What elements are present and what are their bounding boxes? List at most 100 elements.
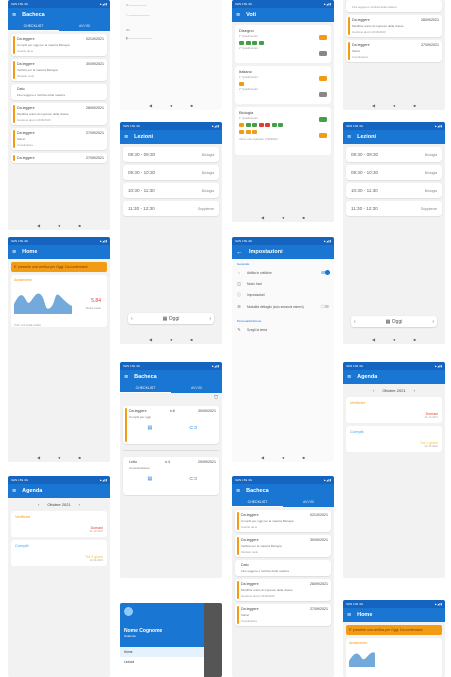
lesson-row[interactable]: 09:30 - 10:30 Biologia [346,165,442,180]
back-icon[interactable]: ◀ [372,337,375,342]
list-item[interactable]: Da leggere n.6 30/09/2021 Compiti per oggi… [123,406,219,444]
today-label[interactable]: Oggi [392,319,403,325]
list-item[interactable]: Da leggere 02/10/2021 Compiti per oggi pe… [235,510,331,532]
notifications-toggle[interactable] [321,269,330,275]
menu-icon[interactable]: ≡ [12,249,16,256]
list-item[interactable]: Da leggere 28/09/2021 Modifica orario di … [11,103,107,125]
list-item[interactable]: Da leggere 02/10/2021 Compiti per oggi pe… [11,34,107,56]
recent-icon[interactable]: ■ [79,455,81,460]
agenda-card-compiti[interactable]: Compiti Tra 2 giorni 02-10-2021 [11,540,107,566]
list-item[interactable]: Da leggere 30/09/2021 Verifica per la mat… [235,535,331,557]
lesson-row[interactable]: 09:30 - 10:30 Biologia [123,165,219,180]
prev-day-icon[interactable]: ‹ [131,316,133,322]
subject-card[interactable]: Italiano 1° Quadrimestre 2° Quadrimestre [235,66,331,104]
list-item[interactable]: Da leggere 27/09/2021 Salve! Coordinatore [11,128,107,150]
tab-avvisi[interactable]: AVVISI [59,22,110,31]
verifica-banner[interactable]: E' presente una verifica per Oggi. Da co… [11,262,107,272]
prev-month-icon[interactable]: ‹ [38,502,39,507]
next-day-icon[interactable]: › [432,319,434,325]
tab-avvisi[interactable]: AVVISI [283,498,334,507]
subject-card[interactable]: Disegno 1° Quadrimestre 2° Quadrimestre [235,25,331,63]
tab-checklist[interactable]: CHECKLIST [8,22,59,31]
back-icon[interactable]: ◀ [149,103,152,108]
menu-icon[interactable]: ≡ [347,134,351,141]
recent-icon[interactable]: ■ [303,215,305,220]
back-icon[interactable]: ◀ [261,215,264,220]
lesson-row[interactable]: 08:30 - 09:30 Biologia [123,147,219,162]
back-icon[interactable]: ◀ [37,455,40,460]
list-item[interactable]: Da leggere 27/09/2021 [11,153,107,163]
recent-icon[interactable]: ■ [414,103,416,108]
document-icon[interactable]: ▤ [147,425,152,431]
recent-icon[interactable]: ■ [79,223,81,228]
recent-icon[interactable]: ■ [191,337,193,342]
list-item[interactable]: Dato Fine leggere e Verifica della mater… [11,84,107,100]
home-icon[interactable]: ● [58,455,60,460]
subject-card[interactable]: Biologia 1° Quadrimestre Ultimo voto reg… [235,107,331,155]
home-icon[interactable]: ● [393,103,395,108]
recent-icon[interactable]: ■ [303,455,305,460]
back-icon[interactable]: ◀ [372,103,375,108]
list-item[interactable]: Da leggere 30/09/2021 Verifica per la mat… [11,59,107,81]
list-item[interactable]: Letto n.4 29/09/2021 Comunicazione ▤ ⊂⊃ [123,457,219,495]
drawer-scrim[interactable] [204,603,222,677]
back-icon[interactable]: ◀ [37,223,40,228]
setting-mode[interactable]: ◫ Modo fuori [232,278,334,289]
menu-icon[interactable]: ≡ [12,12,16,19]
list-item[interactable]: Fine leggere e Verifica della materia [346,0,442,12]
back-icon[interactable]: ◀ [149,337,152,342]
lesson-row[interactable]: 10:30 - 11:30 Biologia [123,183,219,198]
calendar-icon[interactable]: ▦ [163,316,168,322]
drawer-item-home[interactable]: Home [120,647,204,657]
lesson-row[interactable]: 08:30 - 09:30 Biologia [346,147,442,162]
setting-detail[interactable]: ☰ Modalità dettaglio (solo sessioni ester… [232,301,334,312]
lesson-row[interactable]: 10:30 - 11:30 Biologia [346,183,442,198]
home-icon[interactable]: ● [282,455,284,460]
setting-impostazioni[interactable]: ⓘ Impostazioni [232,289,334,301]
home-icon[interactable]: ● [282,215,284,220]
tab-checklist[interactable]: CHECKLIST [232,498,283,507]
link-icon[interactable]: ⊂⊃ [189,476,197,482]
home-icon[interactable]: ● [170,337,172,342]
next-day-icon[interactable]: › [209,316,211,322]
back-icon[interactable]: ◀ [261,455,264,460]
next-month-icon[interactable]: › [414,388,415,393]
menu-icon[interactable]: ≡ [347,612,351,619]
prev-day-icon[interactable]: ‹ [354,319,356,325]
back-arrow-icon[interactable]: ← [236,249,243,256]
list-item[interactable]: Da leggere 27/09/2021 Salve! Coordinatore [346,40,442,62]
setting-notifications[interactable]: ◌ Abilita le notifiche [232,267,334,278]
menu-icon[interactable]: ≡ [347,374,351,381]
menu-icon[interactable]: ≡ [12,488,16,495]
calendar-icon[interactable]: ▦ [386,319,391,325]
list-item[interactable]: Da leggere 27/09/2021 Salve! Coordinatore [235,604,331,626]
tab-checklist[interactable]: CHECKLIST [120,384,171,393]
list-item[interactable]: Dato Fine leggere e Verifica della mater… [235,560,331,576]
lesson-row[interactable]: 11:30 - 12:30 Supplenze [123,201,219,216]
setting-theme[interactable]: ✎ Scegli la tema [232,324,334,335]
menu-icon[interactable]: ≡ [236,12,240,19]
home-icon[interactable]: ● [58,223,60,228]
agenda-card-verifiche[interactable]: Verifiche Domani 01-10-2021 [346,397,442,423]
menu-icon[interactable]: ≡ [124,134,128,141]
verifica-banner[interactable]: E' presente una verifica per Oggi. Da co… [346,625,442,635]
document-icon[interactable]: ▤ [147,476,152,482]
lesson-row[interactable]: 11:30 - 12:30 Supplenze [346,201,442,216]
drawer-item-lezioni[interactable]: Lezioni [120,657,204,667]
detail-toggle[interactable] [320,303,329,309]
agenda-card-verifiche[interactable]: Verifiche Domani 01-10-2021 [11,511,107,537]
menu-icon[interactable]: ≡ [124,374,128,381]
list-item[interactable]: Da leggere 28/09/2021 Modifica orario di … [346,15,442,37]
home-icon[interactable]: ● [393,337,395,342]
recent-icon[interactable]: ■ [414,337,416,342]
home-icon[interactable]: ● [170,103,172,108]
filter-icon[interactable]: ⛉ [120,393,222,403]
recent-icon[interactable]: ■ [191,103,193,108]
menu-icon[interactable]: ≡ [236,488,240,495]
prev-month-icon[interactable]: ‹ [373,388,374,393]
list-item[interactable]: Da leggere 28/09/2021 Modifica orario di … [235,579,331,601]
tab-avvisi[interactable]: AVVISI [171,384,222,393]
agenda-card-compiti[interactable]: Compiti Tra 2 giorni 02-10-2021 [346,426,442,452]
link-icon[interactable]: ⊂⊃ [189,425,197,431]
today-label[interactable]: Oggi [169,316,180,322]
